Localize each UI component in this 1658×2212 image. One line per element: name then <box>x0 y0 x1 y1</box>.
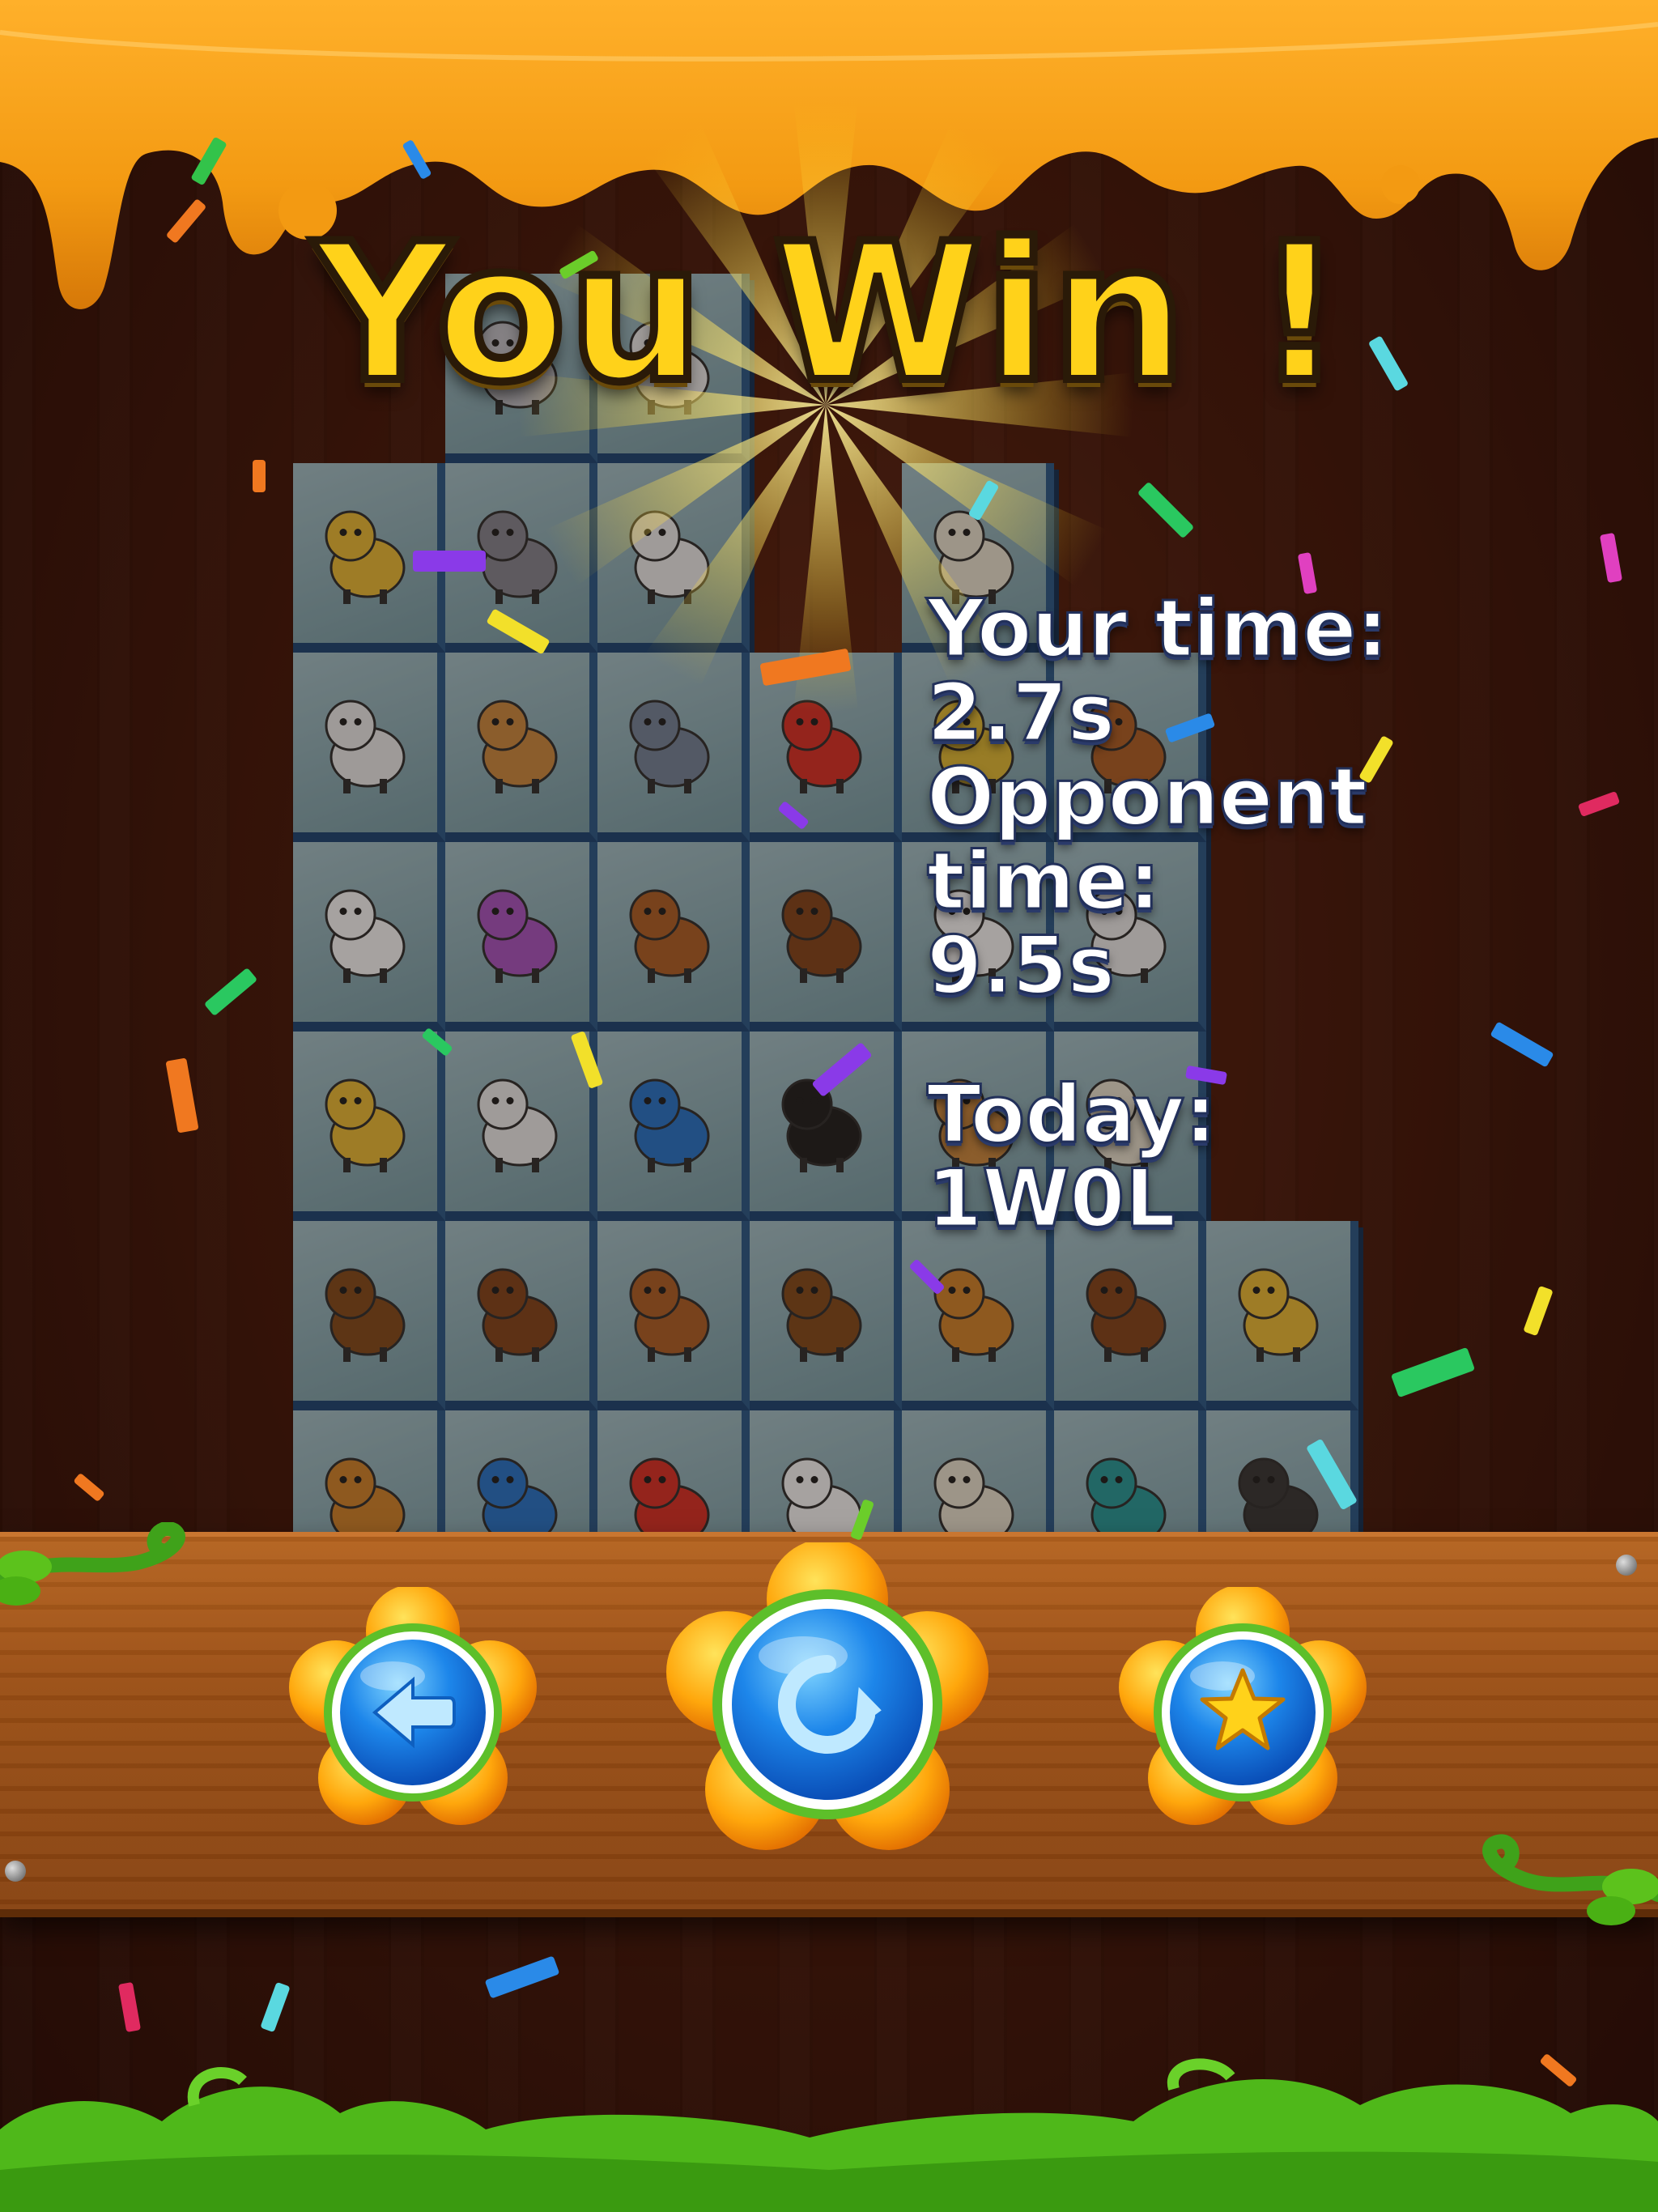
tile-hen <box>445 1032 597 1221</box>
your-time-value: 2.7s <box>926 667 1116 759</box>
deer-icon <box>477 1268 558 1362</box>
deer-icon <box>781 889 862 983</box>
panda-icon <box>325 889 406 983</box>
tile-dog <box>597 1221 750 1410</box>
grass-decoration <box>0 2058 1658 2212</box>
tile-deer <box>750 842 902 1032</box>
refresh-icon <box>778 1655 882 1754</box>
owl-icon <box>781 1268 862 1362</box>
today-record: 1W0L <box>926 1153 1177 1245</box>
cat-icon <box>325 1078 406 1172</box>
bluebird-icon <box>629 1078 710 1172</box>
stats-panel: Your time: 2.7s Opponent time: 9.5s Toda… <box>926 583 1413 1245</box>
tile-polar-bear <box>293 653 445 842</box>
polar-bear-icon <box>325 700 406 793</box>
tile-dolphin <box>445 842 597 1032</box>
opponent-time-label-line2: time: <box>926 836 1162 928</box>
tile-owl <box>750 1221 902 1410</box>
nail-decoration <box>1616 1555 1637 1576</box>
tile-cat <box>1206 1221 1358 1410</box>
dolphin-icon <box>477 889 558 983</box>
cat-icon <box>325 510 406 604</box>
opponent-time-label-line1: Opponent <box>926 751 1369 844</box>
cat-icon <box>1238 1268 1319 1362</box>
nail-decoration <box>5 1861 26 1882</box>
owl-icon <box>325 1268 406 1362</box>
dog-icon <box>629 889 710 983</box>
today-label: Today: <box>926 1069 1218 1161</box>
back-button[interactable] <box>287 1585 538 1838</box>
you-win-title: You Win ! <box>309 203 1346 424</box>
replay-button[interactable] <box>665 1538 989 1866</box>
star-icon <box>1200 1668 1286 1750</box>
rate-button[interactable] <box>1117 1585 1368 1838</box>
hen-icon <box>477 1078 558 1172</box>
your-time-label: Your time: <box>926 583 1390 675</box>
tile-deer <box>1054 1221 1206 1410</box>
confetti-piece <box>253 460 266 492</box>
vine-left-decoration <box>0 1522 185 1606</box>
dog-icon <box>629 1268 710 1362</box>
lion-icon <box>933 1268 1014 1362</box>
tile-lion <box>902 1221 1054 1410</box>
vine-right-decoration <box>1482 1834 1658 1925</box>
tile-bluebird <box>597 1032 750 1221</box>
opponent-time-value: 9.5s <box>926 920 1116 1012</box>
tile-owl <box>293 1221 445 1410</box>
arrow-left-icon <box>372 1676 456 1749</box>
tile-panda <box>293 842 445 1032</box>
confetti-piece <box>413 551 486 572</box>
tile-dog <box>597 842 750 1032</box>
deer-icon <box>1086 1268 1167 1362</box>
tile-cat <box>293 1032 445 1221</box>
tile-deer <box>445 1221 597 1410</box>
tile-penguin <box>750 1032 902 1221</box>
